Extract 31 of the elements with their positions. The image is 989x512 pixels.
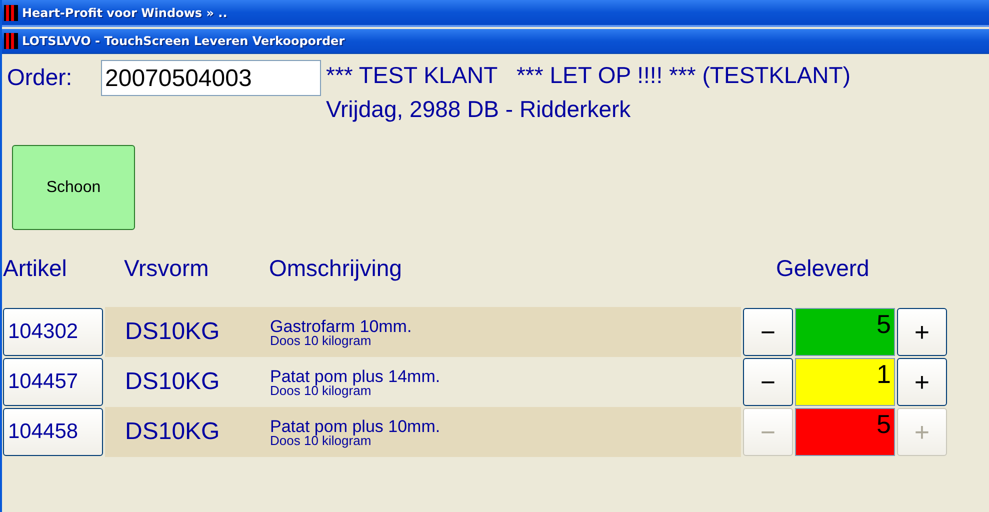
customer-info: Vrijdag, 2988 DB - Ridderkerk [326,95,632,124]
quantity-cell: 5 [795,308,895,356]
description-subtext: Doos 10 kilogram [270,334,372,346]
customer-info: *** TEST KLANT *** LET OP !!!! *** (TESTKLANT) [326,61,850,90]
column-header: Vrsvorm [124,255,210,282]
app-logo-icon [4,33,18,49]
article-button[interactable]: 104302 [3,308,103,356]
app-logo-icon [4,4,18,20]
quantity-cell: 1 [795,358,895,406]
unit-cell-text: DS10KG [124,418,221,446]
plus-button[interactable]: + [897,358,947,406]
column-header: Geleverd [776,255,870,282]
minus-button[interactable]: − [743,358,793,406]
unit-cell-text: DS10KG [124,318,221,346]
description-text: Patat pom plus 14mm. [270,368,440,384]
column-header: Omschrijving [269,255,403,282]
window-title: Heart-Profit voor Windows » .. [22,6,228,20]
article-button[interactable]: 104457 [3,358,103,406]
minus-button[interactable]: − [743,308,793,356]
quantity-cell: 5 [795,408,895,456]
description-subtext: Doos 10 kilogram [270,384,372,396]
column-header: Artikel [3,255,68,282]
description-text: Gastrofarm 10mm. [270,318,412,334]
subwindow-title: LOTSLVVO - TouchScreen Leveren Verkooporder [22,34,345,48]
order-label: Order: [7,64,74,91]
schoon-button[interactable]: Schoon [12,145,135,230]
plus-button[interactable]: + [897,308,947,356]
order-field[interactable]: 20070504003 [101,60,321,96]
description-subtext: Doos 10 kilogram [270,434,372,446]
unit-cell-text: DS10KG [124,368,221,396]
description-text: Patat pom plus 10mm. [270,418,440,434]
